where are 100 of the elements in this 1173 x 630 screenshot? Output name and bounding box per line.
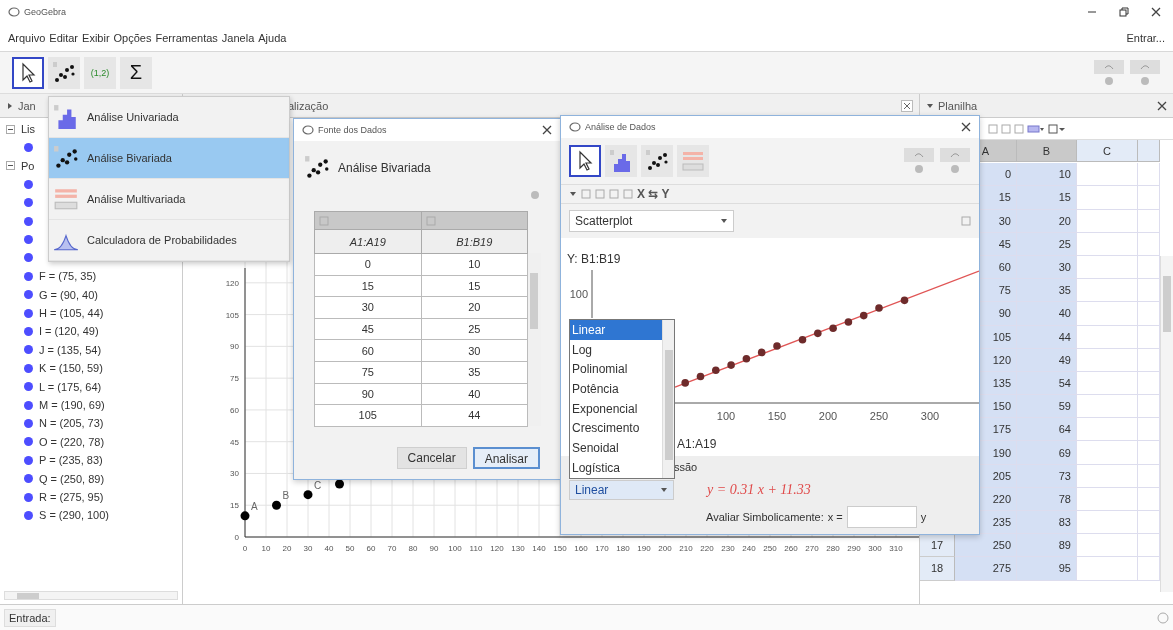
tick-label: 180 bbox=[616, 544, 630, 553]
table-cell: 25 bbox=[421, 318, 528, 340]
tick-label: 170 bbox=[595, 544, 609, 553]
tick-label: 90 bbox=[230, 342, 239, 352]
table-cell: 15 bbox=[1017, 186, 1077, 210]
mode-label: Análise Bivariada bbox=[338, 161, 431, 175]
table-cell: 30 bbox=[421, 339, 528, 362]
table-cell: 90 bbox=[314, 383, 421, 405]
plot-type-select[interactable]: Scatterplot bbox=[569, 210, 734, 232]
menu-item[interactable]: Arquivo bbox=[8, 31, 46, 44]
regression-select[interactable]: Linear bbox=[569, 480, 674, 500]
table-cell: 78 bbox=[1017, 487, 1077, 511]
point-definition[interactable]: P = (235, 83) bbox=[39, 454, 103, 467]
tick-label: 230 bbox=[721, 544, 735, 553]
tick-label: 150 bbox=[767, 410, 787, 422]
table-cell: 69 bbox=[1017, 441, 1077, 465]
x-label: x = bbox=[827, 511, 843, 523]
table-cell: 20 bbox=[1017, 209, 1077, 233]
tree-group-label[interactable]: Lis bbox=[21, 123, 36, 136]
menu-item[interactable]: Opções bbox=[113, 31, 152, 44]
tick-label: 75 bbox=[230, 374, 239, 384]
dialog-title: Análise de Dados bbox=[585, 122, 656, 132]
menu-item[interactable]: Ajuda bbox=[258, 31, 287, 44]
point-definition[interactable]: H = (105, 44) bbox=[39, 307, 104, 320]
tick-label: 220 bbox=[700, 544, 714, 553]
swap-axes-button[interactable]: X ⇆ Y bbox=[637, 187, 670, 201]
tool-button[interactable]: Σ bbox=[120, 56, 152, 89]
tick-label: 300 bbox=[920, 410, 940, 422]
menu-item[interactable]: Exibir bbox=[82, 31, 110, 44]
table-cell: 275 bbox=[955, 557, 1017, 581]
analyze-button[interactable]: Analisar bbox=[472, 447, 540, 469]
tick-label: 45 bbox=[230, 437, 239, 447]
tick-label: 260 bbox=[784, 544, 798, 553]
point-definition[interactable]: L = (175, 64) bbox=[39, 380, 102, 393]
point-definition[interactable]: K = (150, 59) bbox=[39, 362, 103, 375]
table-cell: 64 bbox=[1017, 418, 1077, 442]
table-cell: 40 bbox=[1017, 302, 1077, 326]
table-cell: 45 bbox=[314, 318, 421, 340]
menu-item[interactable]: Janela bbox=[221, 31, 255, 44]
tick-label: 100 bbox=[569, 288, 588, 300]
list-option[interactable]: Linear bbox=[570, 320, 662, 340]
window-title: GeoGebra bbox=[24, 7, 67, 17]
panel-title[interactable]: Planilha bbox=[938, 99, 978, 112]
tick-label: 90 bbox=[429, 544, 439, 553]
tick-label: 150 bbox=[553, 544, 567, 553]
point-label: A bbox=[251, 500, 258, 512]
tick-label: 250 bbox=[763, 544, 777, 553]
table-cell: 49 bbox=[1017, 348, 1077, 372]
tree-group-label[interactable]: Po bbox=[21, 159, 35, 172]
table-cell: 89 bbox=[1017, 534, 1077, 558]
tick-label: 10 bbox=[261, 544, 271, 553]
table-cell: 95 bbox=[1017, 557, 1077, 581]
panel-title[interactable]: Jan bbox=[18, 99, 36, 112]
table-cell: 15 bbox=[314, 275, 421, 297]
list-option[interactable]: Potência bbox=[570, 379, 662, 399]
sign-in-link[interactable]: Entrar... bbox=[1126, 31, 1165, 44]
list-option[interactable]: Crescimento bbox=[570, 418, 662, 439]
menu-item[interactable]: Editar bbox=[49, 31, 79, 44]
list-option[interactable]: Polinomial bbox=[570, 359, 662, 380]
list-option[interactable]: Senoidal bbox=[570, 438, 662, 458]
point-definition[interactable]: R = (275, 95) bbox=[39, 491, 104, 503]
point-definition[interactable]: N = (205, 73) bbox=[39, 417, 104, 430]
tick-label: 290 bbox=[847, 544, 861, 553]
point-definition[interactable]: J = (135, 54) bbox=[39, 343, 102, 356]
cancel-button[interactable]: Cancelar bbox=[396, 447, 467, 469]
table-cell: 35 bbox=[421, 361, 528, 384]
table-cell: 10 bbox=[421, 253, 528, 276]
panel-title[interactable]: alização bbox=[288, 99, 329, 112]
column-header[interactable]: C bbox=[1077, 140, 1138, 162]
y-label: y bbox=[920, 511, 927, 523]
tick-label: 310 bbox=[889, 544, 903, 553]
table-cell: 60 bbox=[314, 339, 421, 362]
tick-label: 200 bbox=[818, 410, 838, 422]
row-header[interactable]: 18 bbox=[920, 557, 955, 581]
menu-item[interactable]: Análise Bivariada bbox=[49, 138, 289, 179]
tick-label: 50 bbox=[345, 544, 355, 553]
point-definition[interactable]: M = (190, 69) bbox=[39, 399, 105, 412]
list-option[interactable]: Logística bbox=[570, 457, 662, 478]
point-label: C bbox=[314, 479, 322, 491]
tick-label: 30 bbox=[303, 544, 313, 553]
point-definition[interactable]: I = (120, 49) bbox=[39, 325, 99, 338]
tick-label: 110 bbox=[469, 544, 483, 553]
tool-button[interactable]: (1,2) bbox=[84, 56, 116, 89]
point-definition[interactable]: O = (220, 78) bbox=[39, 435, 105, 448]
list-option[interactable]: Exponencial bbox=[570, 398, 662, 419]
table-cell: 40 bbox=[421, 383, 528, 405]
menu-item[interactable]: Análise Multivariada bbox=[49, 179, 289, 220]
point-definition[interactable]: F = (75, 35) bbox=[39, 270, 97, 283]
tick-label: 200 bbox=[658, 544, 672, 553]
row-header[interactable]: 17 bbox=[920, 534, 955, 558]
list-option[interactable]: Log bbox=[570, 339, 662, 360]
point-definition[interactable]: S = (290, 100) bbox=[39, 509, 110, 522]
table-cell: 75 bbox=[314, 361, 421, 384]
menu-item[interactable]: Ferramentas bbox=[155, 31, 218, 44]
menu-item[interactable]: Calculadora de Probabilidades bbox=[49, 220, 289, 261]
point-definition[interactable]: G = (90, 40) bbox=[39, 288, 98, 301]
tick-label: 70 bbox=[387, 544, 397, 553]
column-header[interactable]: B bbox=[1017, 140, 1077, 162]
point-definition[interactable]: Q = (250, 89) bbox=[39, 472, 105, 485]
dialog-title: Fonte dos Dados bbox=[318, 125, 387, 135]
